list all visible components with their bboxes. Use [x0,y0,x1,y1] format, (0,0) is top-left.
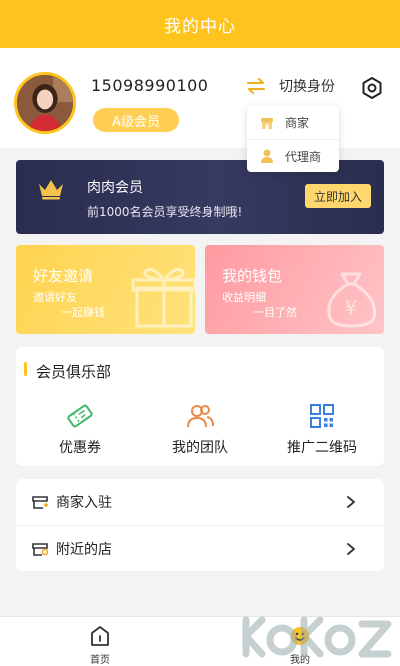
my-team-entry[interactable]: 我的团队 [150,402,250,457]
qrcode-icon [310,404,334,428]
invite-card-subtitle: 邀请好友 [33,291,77,304]
money-bag-icon: ¥ [327,272,377,328]
my-team-label: 我的团队 [172,440,228,456]
switch-icon [247,78,265,94]
switch-identity-label: 切换身份 [279,79,335,95]
crown-icon [39,180,63,200]
avatar-photo [17,75,73,131]
watermark-logo [242,616,392,658]
identity-option-label: 商家 [285,116,310,130]
invite-card-title: 好友邀请 [33,267,94,285]
join-now-button[interactable]: 立即加入 [305,184,371,208]
club-title: 会员俱乐部 [36,363,112,381]
qrcode-entry[interactable]: 推广二维码 [272,402,372,457]
list-item-merchant-join[interactable]: 商家入驻 [16,479,384,525]
shop-enter-icon [32,496,48,509]
agent-icon [261,149,273,163]
coupon-label: 优惠券 [59,440,101,456]
team-icon [187,405,214,428]
member-club-section: 会员俱乐部 优惠券 我的团队 推广二维码 [16,347,384,466]
chevron-right-icon [347,496,355,508]
chevron-right-icon [347,542,355,555]
nearby-store-icon [32,542,49,556]
avatar[interactable] [14,72,76,134]
switch-identity-button[interactable]: 切换身份 [245,75,335,97]
identity-option-merchant[interactable]: 商家 [247,106,339,139]
store-icon [261,117,273,129]
top-bar: 我的中心 [0,0,400,48]
wallet-card-subtitle-2: 一目了然 [253,306,297,319]
user-phone: 15098990100 [91,76,209,95]
identity-dropdown: 商家 代理商 [247,106,339,172]
qrcode-label: 推广二维码 [287,440,357,456]
wallet-card-title: 我的钱包 [222,267,283,285]
home-icon [91,626,109,646]
list-item-label: 商家入驻 [56,495,112,511]
vip-subtitle: 前1000名会员享受终身制哦! [87,205,243,219]
wallet-card-subtitle: 收益明细 [222,291,266,304]
tab-home[interactable]: 首页 [70,625,130,666]
service-list: 商家入驻 附近的店 [16,479,384,571]
coupon-entry[interactable]: 优惠券 [30,402,130,457]
invite-friends-card[interactable]: 好友邀请 邀请好友 一起赚钱 [16,245,195,334]
list-item-label: 附近的店 [56,541,112,558]
vip-title: 肉肉会员 [87,180,143,196]
svg-text:¥: ¥ [345,296,358,320]
coupon-icon [67,404,93,428]
invite-card-subtitle-2: 一起赚钱 [61,306,105,319]
profile-section: 15098990100 A级会员 切换身份 [0,48,400,148]
member-level-badge: A级会员 [93,108,179,132]
page-title: 我的中心 [164,16,236,37]
section-accent-bar [24,362,27,376]
identity-option-label: 代理商 [285,149,322,164]
my-wallet-card[interactable]: 我的钱包 收益明细 一目了然 ¥ [205,245,384,334]
gift-icon [131,267,195,328]
identity-option-agent[interactable]: 代理商 [247,139,339,172]
tab-home-label: 首页 [90,655,110,666]
settings-icon[interactable] [360,76,384,100]
list-item-nearby-stores[interactable]: 附近的店 [16,525,384,571]
